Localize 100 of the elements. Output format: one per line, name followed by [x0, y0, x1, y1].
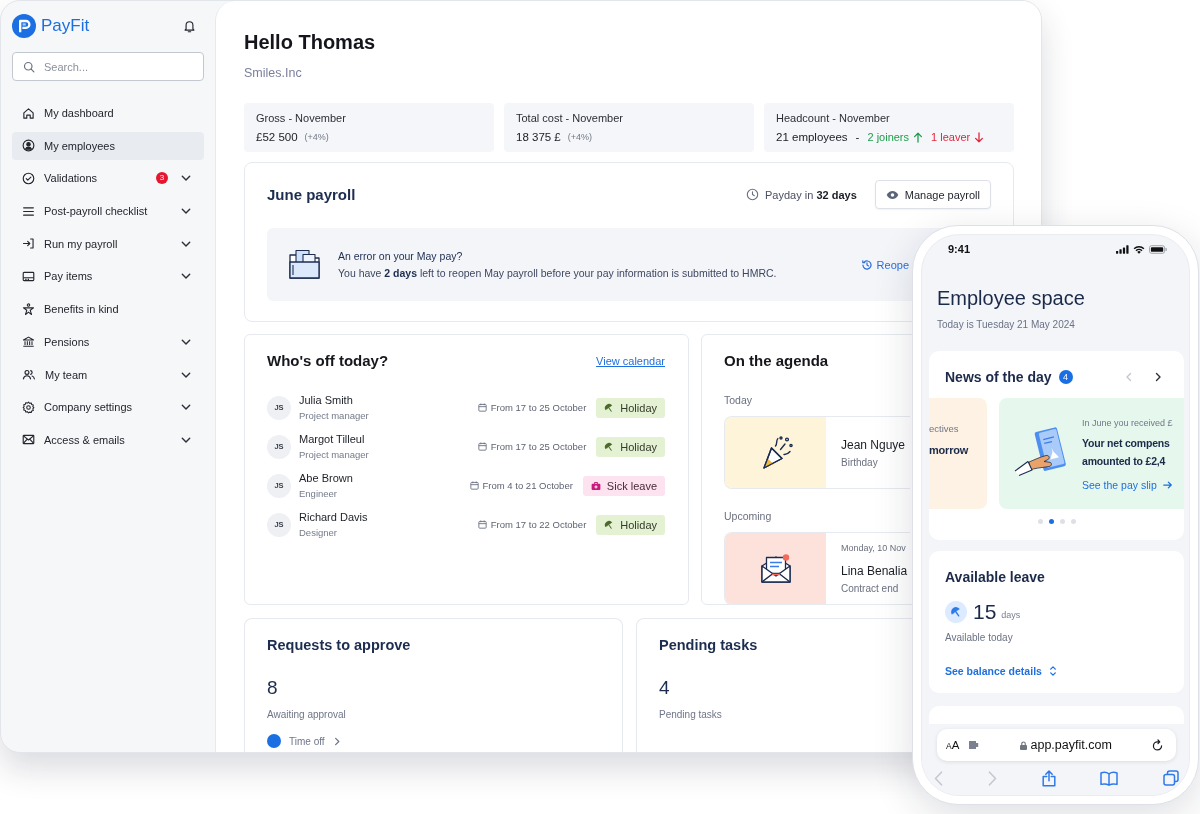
- pay-slip-link[interactable]: See the pay slip: [1082, 478, 1173, 491]
- leave-caption: Available today: [945, 631, 1013, 645]
- sidebar-item[interactable]: Pay items: [12, 262, 204, 291]
- home-icon: [22, 106, 35, 120]
- medical-bag-icon: [590, 480, 601, 491]
- puzzle-icon: [969, 741, 981, 749]
- section-heading: Today: [724, 393, 753, 407]
- stat-change: (+4%): [304, 132, 329, 142]
- sidebar-item[interactable]: Benefits in kind: [12, 295, 204, 324]
- employee-role: Project manager: [299, 409, 369, 422]
- sidebar-item[interactable]: My team: [12, 360, 204, 389]
- sidebar-item[interactable]: Run my payroll: [12, 229, 204, 258]
- card-title: June payroll: [267, 184, 356, 205]
- joiners-count: 2 joiners: [867, 131, 910, 143]
- history-icon: [860, 258, 873, 271]
- date-text: Today is Tuesday 21 May 2024: [937, 318, 1075, 332]
- address-bar[interactable]: AA app.payfit.com: [937, 729, 1176, 761]
- card-icon: [22, 269, 35, 283]
- mail-icon: [22, 433, 35, 447]
- employee-name: Julia Smith: [299, 393, 353, 407]
- event-card[interactable]: Jean Nguye Birthday: [724, 416, 910, 489]
- event-type: Birthday: [841, 455, 878, 469]
- count-badge: 3: [156, 172, 168, 185]
- leave-days: 15: [973, 599, 997, 625]
- balance-details-link[interactable]: See balance details: [945, 663, 1057, 679]
- list-icon: [22, 204, 35, 218]
- text-size-button[interactable]: AA: [946, 737, 960, 753]
- slide-caption: ectives: [929, 423, 959, 435]
- view-calendar-link[interactable]: View calendar: [596, 355, 665, 367]
- manage-payroll-button[interactable]: Manage payroll: [874, 180, 991, 209]
- sidebar-item[interactable]: My dashboard: [12, 99, 204, 127]
- umbrella-icon: [604, 402, 615, 413]
- payday-text: Payday in 32 days: [765, 188, 857, 201]
- sidebar-item[interactable]: My employees: [12, 131, 204, 160]
- chevron-right-icon[interactable]: [1154, 372, 1162, 382]
- count-badge-icon: [267, 734, 281, 748]
- slide-text: morrow: [929, 443, 969, 458]
- count-badge: 4: [1058, 370, 1073, 384]
- brand-name: PayFit: [41, 16, 90, 36]
- slide-caption: In June you received £: [1082, 416, 1173, 429]
- card-title: Requests to approve: [267, 636, 411, 655]
- settings-icon: [22, 400, 35, 414]
- date-range: From 17 to 22 October: [490, 519, 587, 530]
- book-icon[interactable]: [1100, 770, 1119, 786]
- event-date: Monday, 10 Nov: [841, 542, 906, 555]
- count-caption: Pending tasks: [659, 708, 722, 722]
- event-name: Lina Benalia: [841, 563, 908, 579]
- reopen-button[interactable]: Reope: [860, 258, 909, 271]
- bell-icon[interactable]: [183, 19, 196, 33]
- umbrella-icon: [945, 601, 967, 623]
- status-time: 9:41: [948, 243, 971, 255]
- card-title: Pending tasks: [659, 636, 758, 655]
- news-slide[interactable]: ectives morrow: [929, 398, 987, 509]
- arrow-right-icon: [1161, 479, 1173, 490]
- date-range: From 4 to 21 October: [482, 480, 573, 491]
- leavers-count: 1 leaver: [931, 131, 971, 143]
- url-text: app.payfit.com: [1030, 738, 1112, 752]
- calendar-icon: [477, 403, 487, 412]
- event-type: Contract end: [841, 582, 899, 595]
- date-range: From 17 to 25 October: [490, 441, 587, 452]
- umbrella-icon: [604, 519, 615, 530]
- page-dot-icon[interactable]: [1037, 519, 1043, 524]
- employee-role: Designer: [299, 526, 338, 539]
- stat-value: £52 500: [256, 131, 298, 143]
- reload-icon[interactable]: [1151, 738, 1164, 752]
- stat-label: Gross - November: [256, 111, 346, 126]
- status-label: Holiday: [620, 401, 657, 414]
- sign-in-icon: [22, 237, 35, 251]
- search-field[interactable]: Search...: [12, 52, 204, 81]
- sidebar-item[interactable]: Access & emails: [12, 425, 204, 454]
- company-name: Smiles.Inc: [244, 65, 302, 81]
- sidebar-item[interactable]: Company settings: [12, 393, 204, 422]
- signal-icon: [1116, 244, 1129, 254]
- check-circle-icon: [22, 171, 35, 185]
- tabs-icon[interactable]: [1163, 770, 1179, 786]
- stat-label: Headcount - November: [776, 111, 890, 126]
- event-card[interactable]: Monday, 10 Nov Lina Benalia Contract end: [724, 532, 910, 604]
- sidebar-item[interactable]: Validations 3: [12, 164, 204, 193]
- date-range: From 17 to 25 October: [490, 402, 587, 413]
- stat-value: 21 employees: [776, 131, 848, 143]
- event-name: Jean Nguye: [841, 436, 906, 453]
- people-icon: [22, 368, 36, 381]
- clock-icon: [746, 188, 760, 201]
- sidebar-item[interactable]: Post-payroll checklist: [12, 197, 204, 226]
- employee-name: Abe Brown: [299, 471, 353, 485]
- status-label: Holiday: [620, 518, 657, 531]
- umbrella-icon: [604, 441, 615, 452]
- page-dot-icon[interactable]: [1048, 519, 1054, 524]
- card-title: News of the day: [945, 368, 1052, 386]
- share-icon[interactable]: [1041, 769, 1056, 787]
- card-title: On the agenda: [724, 351, 829, 371]
- sidebar-item[interactable]: Pensions: [12, 327, 204, 356]
- news-slide[interactable]: In June you received £ Your net compens amounted to £2,4 See the pay slip: [999, 398, 1184, 509]
- page-title: Employee space: [937, 286, 1085, 311]
- folder-icon: [288, 247, 322, 282]
- page-dot-icon[interactable]: [1070, 519, 1076, 524]
- page-dot-icon[interactable]: [1059, 519, 1065, 524]
- page-title: Hello Thomas: [244, 30, 376, 55]
- time-off-link[interactable]: Time off: [267, 732, 341, 750]
- chevron-right-icon: [332, 736, 341, 746]
